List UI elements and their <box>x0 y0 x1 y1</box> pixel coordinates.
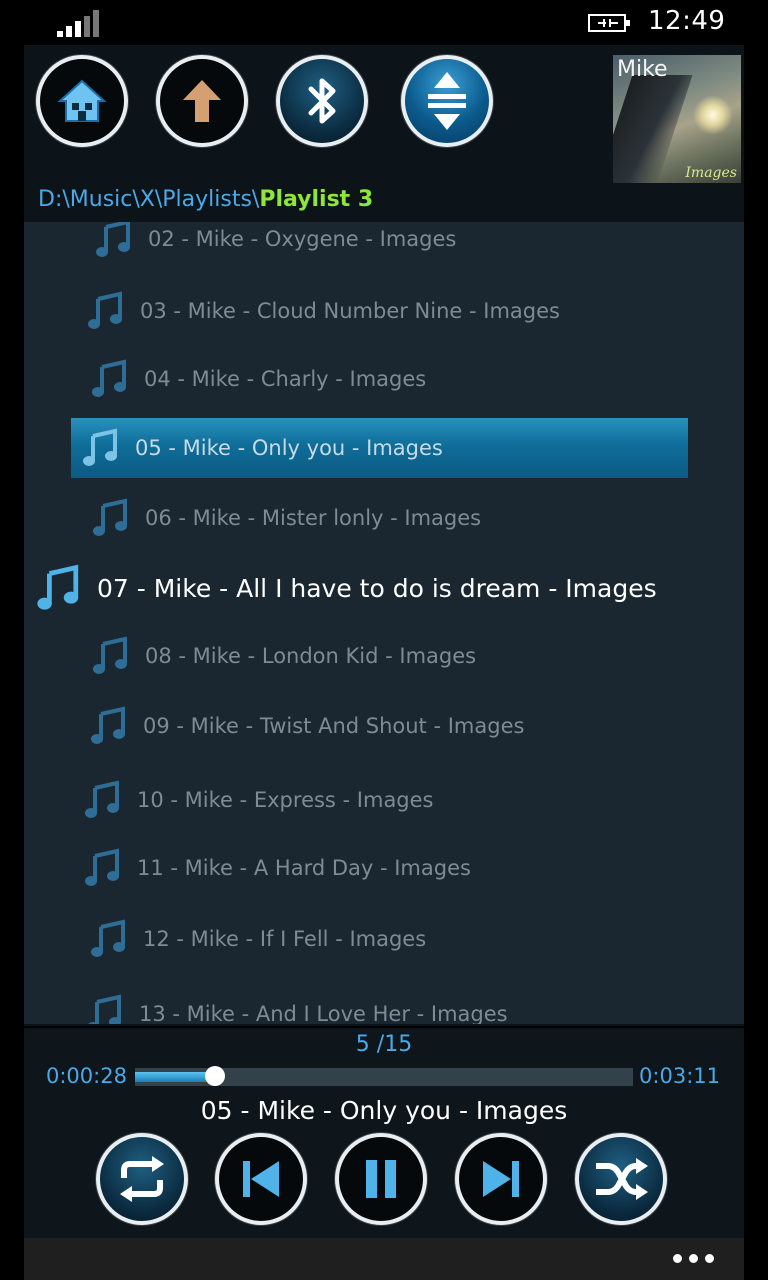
list-item-label: 06 - Mike - Mister lonly - Images <box>145 506 482 530</box>
skip-previous-icon <box>243 1161 279 1197</box>
album-art-title: Images <box>685 165 737 181</box>
shuffle-button[interactable] <box>575 1133 667 1225</box>
next-track-button[interactable] <box>455 1133 547 1225</box>
track-counter: 5 /15 <box>355 1032 413 1057</box>
list-item-label: 13 - Mike - And I Love Her - Images <box>139 1002 508 1024</box>
up-folder-button[interactable] <box>156 55 248 147</box>
music-note-icon <box>88 994 121 1024</box>
pause-icon <box>366 1160 396 1198</box>
music-note-icon <box>93 636 127 674</box>
music-note-icon <box>91 706 125 744</box>
repeat-icon <box>120 1156 164 1202</box>
list-item-label: 12 - Mike - If I Fell - Images <box>143 927 427 951</box>
list-item[interactable]: 11 - Mike - A Hard Day - Images <box>24 846 744 890</box>
music-note-icon <box>88 291 122 329</box>
album-art[interactable]: Mike Images <box>613 55 741 183</box>
list-item[interactable]: 09 - Mike - Twist And Shout - Images <box>24 704 744 748</box>
list-item[interactable]: 04 - Mike - Charly - Images <box>24 357 744 401</box>
playlist[interactable]: 02 - Mike - Oxygene - Images 03 - Mike -… <box>24 222 744 1024</box>
bluetooth-button[interactable] <box>276 55 368 147</box>
list-item[interactable]: 10 - Mike - Express - Images <box>24 778 744 822</box>
total-time: 0:03:11 <box>639 1064 720 1088</box>
album-art-artist: Mike <box>617 57 668 82</box>
list-item-label: 10 - Mike - Express - Images <box>137 788 434 812</box>
home-icon <box>57 79 107 122</box>
list-item[interactable]: 12 - Mike - If I Fell - Images <box>24 917 744 961</box>
seek-bar-thumb[interactable] <box>204 1066 225 1086</box>
bluetooth-icon <box>308 78 336 124</box>
list-item-label: 02 - Mike - Oxygene - Images <box>148 227 457 251</box>
expand-vertical-icon <box>428 72 466 130</box>
breadcrumb-current: Playlist 3 <box>259 187 374 212</box>
shuffle-icon <box>596 1158 648 1200</box>
music-note-icon <box>85 780 119 818</box>
music-note-icon <box>83 428 117 466</box>
list-item-selected[interactable]: 05 - Mike - Only you - Images <box>71 418 688 478</box>
status-bar: 12:49 <box>0 0 768 45</box>
music-note-icon <box>37 564 79 610</box>
music-note-icon <box>93 498 127 536</box>
list-item[interactable]: 06 - Mike - Mister lonly - Images <box>24 496 744 540</box>
now-playing-title: 05 - Mike - Only you - Images <box>200 1096 568 1125</box>
list-item-label: 08 - Mike - London Kid - Images <box>145 644 477 668</box>
breadcrumb: D:\Music\X\Playlists\Playlist 3 <box>38 187 373 212</box>
breadcrumb-path[interactable]: D:\Music\X\Playlists\ <box>38 187 259 212</box>
album-art-wing <box>613 75 693 183</box>
seek-bar-fill <box>135 1072 215 1082</box>
music-note-icon <box>96 222 130 257</box>
list-item-label: 07 - Mike - All I have to do is dream - … <box>97 573 657 603</box>
album-art-sun <box>693 95 733 135</box>
battery-charging-icon <box>588 14 630 32</box>
expand-collapse-button[interactable] <box>401 55 493 147</box>
app-bar <box>24 1238 744 1280</box>
list-item-label: 04 - Mike - Charly - Images <box>144 367 427 391</box>
list-item-label: 05 - Mike - Only you - Images <box>135 436 443 460</box>
arrow-up-icon <box>183 80 221 122</box>
elapsed-time: 0:00:28 <box>46 1064 127 1088</box>
music-note-icon <box>92 359 126 397</box>
seek-bar[interactable] <box>135 1066 633 1086</box>
clock: 12:49 <box>648 6 726 36</box>
list-item-now-playing[interactable]: 07 - Mike - All I have to do is dream - … <box>24 562 744 614</box>
player-controls: 5 /15 0:00:28 0:03:11 05 - Mike - Only y… <box>24 1026 744 1238</box>
home-button[interactable] <box>36 55 128 147</box>
music-player-app: Mike Images D:\Music\X\Playlists\Playlis… <box>24 45 744 1238</box>
list-item-label: 09 - Mike - Twist And Shout - Images <box>143 714 525 738</box>
more-options-icon[interactable] <box>673 1254 714 1263</box>
list-item[interactable]: 13 - Mike - And I Love Her - Images <box>24 992 744 1024</box>
music-note-icon <box>91 919 125 957</box>
music-note-icon <box>85 848 119 886</box>
list-item-label: 03 - Mike - Cloud Number Nine - Images <box>140 299 560 323</box>
skip-next-icon <box>483 1161 519 1197</box>
repeat-button[interactable] <box>96 1133 188 1225</box>
list-item-label: 11 - Mike - A Hard Day - Images <box>137 856 471 880</box>
pause-button[interactable] <box>335 1133 427 1225</box>
signal-strength-icon <box>57 10 99 37</box>
previous-track-button[interactable] <box>215 1133 307 1225</box>
list-item[interactable]: 03 - Mike - Cloud Number Nine - Images <box>24 289 744 333</box>
list-item[interactable]: 08 - Mike - London Kid - Images <box>24 634 744 678</box>
list-item[interactable]: 02 - Mike - Oxygene - Images <box>24 222 744 261</box>
